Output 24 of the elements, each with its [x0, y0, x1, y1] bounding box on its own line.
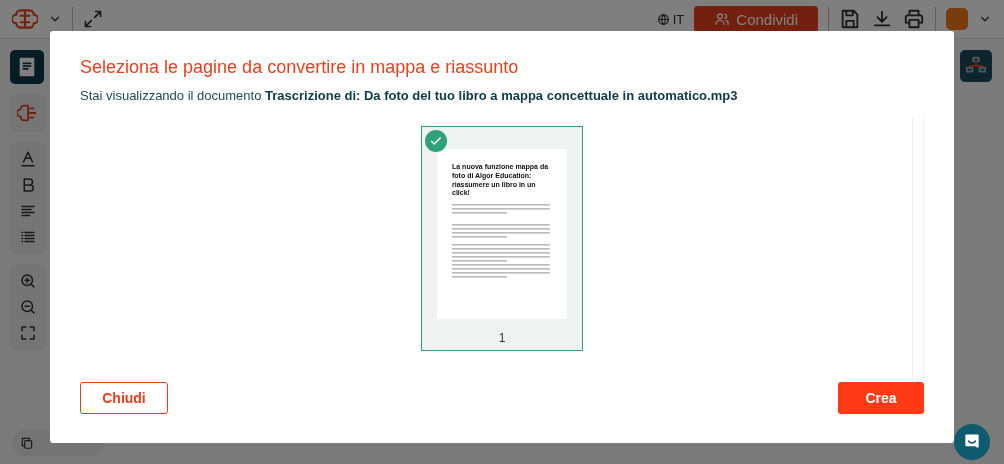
language-selector[interactable]: IT	[656, 11, 685, 27]
zoom-out-icon[interactable]	[19, 298, 37, 316]
share-button[interactable]: Condividi	[694, 6, 818, 32]
globe-icon[interactable]	[656, 12, 670, 26]
zoom-in-icon[interactable]	[19, 272, 37, 290]
dialog-subtitle: Stai visualizzando il documento Trascrizione di: Da foto del tuo libro a mappa concettuale in automatico.mp3	[80, 88, 739, 103]
avatar[interactable]	[946, 8, 968, 30]
expand-icon[interactable]	[83, 9, 103, 29]
people-icon[interactable]	[714, 11, 731, 27]
scrollbar-track[interactable]	[912, 118, 924, 382]
fullscreen-icon[interactable]	[19, 324, 37, 342]
check-icon	[425, 130, 447, 152]
page-number: 1	[498, 331, 506, 345]
dialog-title: Seleziona le pagine da convertire in mappa e riassunto	[80, 57, 520, 78]
save-icon[interactable]	[839, 8, 861, 30]
close-button[interactable]: Chiudi	[80, 382, 168, 414]
brain-logo-icon[interactable]	[12, 6, 38, 32]
create-button[interactable]: Crea	[838, 382, 924, 414]
copy-icon[interactable]	[20, 436, 34, 450]
text-color-icon[interactable]	[19, 150, 37, 168]
mindmap-button[interactable]	[10, 94, 46, 132]
chat-button[interactable]	[954, 424, 990, 460]
print-icon[interactable]	[903, 8, 925, 30]
document-button[interactable]	[10, 50, 44, 84]
